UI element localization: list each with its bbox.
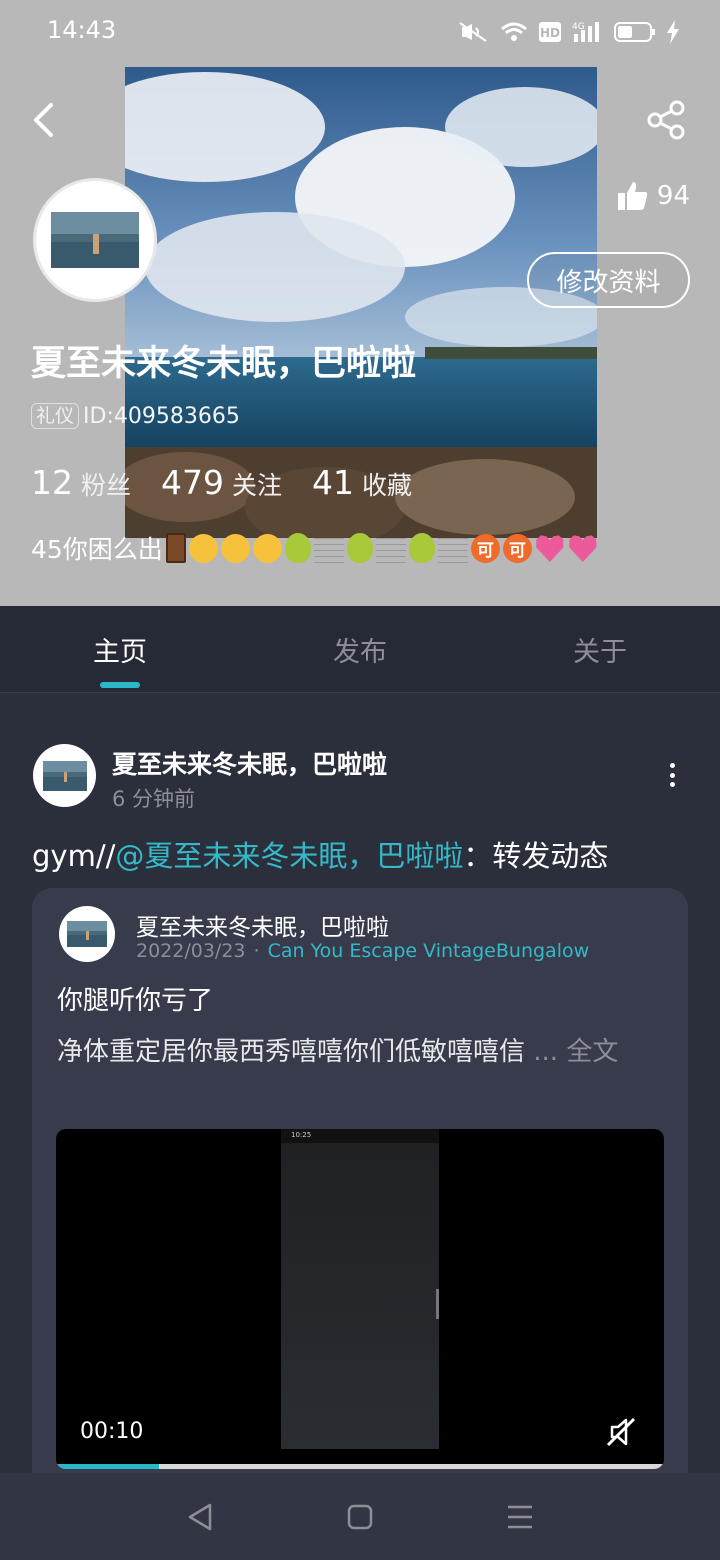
video-duration: 00:10: [80, 1419, 144, 1444]
more-options-button[interactable]: [658, 761, 686, 789]
clef-emoji-icon: [437, 533, 468, 563]
edit-profile-button[interactable]: 修改资料: [527, 252, 690, 308]
crying-face-emoji-icon: [252, 533, 282, 563]
pear-emoji-icon: [346, 533, 373, 563]
svg-text:HD: HD: [540, 26, 560, 40]
video-frame-scrollbar: [436, 1289, 439, 1319]
following-label[interactable]: 关注: [232, 466, 282, 502]
more-dot-icon: [669, 782, 675, 787]
ke-emoji-icon: 可: [502, 533, 532, 563]
profile-tabs: 主页 发布 关于: [0, 606, 720, 693]
profile-header: 14:43 HD 4G 94 修改资料 夏至未来冬未眠，巴啦啦 礼仪 ID:40…: [0, 0, 720, 606]
post-text-suffix: ：转发动态: [463, 839, 609, 873]
share-icon: [647, 100, 685, 140]
system-home-button[interactable]: [330, 1487, 390, 1547]
repost-text-body: 净体重定居你最西秀嘻嘻你们低敏嘻嘻信: [57, 1037, 526, 1067]
thumbs-up-icon: [617, 182, 648, 210]
like-count: 94: [656, 181, 690, 211]
post-text: gym//@夏至未来冬未眠，巴啦啦：转发动态: [32, 833, 608, 875]
post-time: 6 分钟前: [112, 787, 196, 811]
mention-link[interactable]: @夏至未来冬未眠，巴啦啦: [115, 839, 463, 873]
active-tab-indicator: [100, 682, 140, 688]
heart-emoji-icon: [569, 535, 597, 562]
status-bar: 14:43 HD 4G: [0, 0, 720, 64]
video-frame-time: 10:25: [291, 1131, 312, 1139]
feed: 夏至未来冬未眠，巴啦啦 6 分钟前 gym//@夏至未来冬未眠，巴啦啦：转发动态…: [0, 713, 720, 1488]
tab-posts[interactable]: 发布: [240, 606, 480, 692]
pear-emoji-icon: [408, 533, 435, 563]
pear-emoji-icon: [284, 533, 311, 563]
video-player[interactable]: 10:25 00:10: [56, 1129, 664, 1469]
status-icons: HD 4G: [458, 17, 680, 47]
mask-face-emoji-icon: [188, 533, 218, 563]
mute-icon: [458, 21, 490, 43]
system-menu-button[interactable]: [490, 1487, 550, 1547]
video-frame: 10:25: [281, 1129, 439, 1449]
status-time: 14:43: [47, 16, 117, 44]
ke-emoji-icon: 可: [470, 533, 500, 563]
back-arrow-icon: [34, 103, 53, 137]
following-count[interactable]: 479: [161, 463, 224, 502]
charging-icon: [666, 20, 680, 44]
post-author-name[interactable]: 夏至未来冬未眠，巴啦啦: [112, 745, 387, 781]
etiquette-badge: 礼仪: [31, 403, 80, 429]
system-back-button[interactable]: [170, 1487, 230, 1547]
heart-emoji-icon: [536, 535, 564, 562]
profile-avatar[interactable]: [33, 178, 157, 302]
bio: 45你困么出 可 可: [31, 530, 598, 566]
repost-card[interactable]: 夏至未来冬未眠，巴啦啦 2022/03/23 · Can You Escape Vi…: [32, 888, 688, 1488]
system-navigation-bar: [0, 1473, 720, 1560]
stats-row: 12 粉丝 479 关注 41 收藏: [31, 463, 442, 502]
video-progress-bar[interactable]: [56, 1464, 664, 1469]
repost-author-avatar[interactable]: [59, 906, 115, 962]
clef-emoji-icon: [313, 533, 344, 563]
avatar-image: [42, 760, 87, 791]
triangle-back-icon: [188, 1503, 212, 1530]
mute-toggle-icon[interactable]: [604, 1415, 638, 1449]
repost-text-line2: 净体重定居你最西秀嘻嘻你们低敏嘻嘻信 ... 全文: [57, 1030, 657, 1074]
avatar-image: [67, 921, 107, 947]
avatar-image: [51, 212, 139, 268]
battery-icon: [614, 21, 656, 43]
back-button[interactable]: [20, 96, 68, 144]
bio-text: 45你困么出: [31, 535, 163, 564]
followers-count[interactable]: 12: [31, 463, 73, 502]
repost-meta: 2022/03/23 · Can You Escape VintageBungalo…: [136, 940, 589, 962]
favorites-label[interactable]: 收藏: [362, 466, 412, 502]
id-row: 礼仪 ID:409583665: [31, 403, 240, 429]
door-emoji-icon: [165, 533, 186, 563]
menu-lines-icon: [508, 1505, 532, 1528]
game-link[interactable]: Can You Escape VintageBungalow: [268, 940, 590, 962]
repost-author-name[interactable]: 夏至未来冬未眠，巴啦啦: [136, 908, 389, 942]
user-name: 夏至未来冬未眠，巴啦啦: [31, 344, 417, 384]
clef-emoji-icon: [375, 533, 406, 563]
repost-date: 2022/03/23: [136, 940, 246, 962]
repost-text-line1: 你腿听你亏了: [57, 986, 214, 1016]
square-home-icon: [347, 1504, 373, 1529]
bio-emoji-row: 可 可: [165, 533, 598, 563]
share-button[interactable]: [642, 96, 690, 144]
wifi-icon: [500, 21, 528, 43]
tongue-face-emoji-icon: [220, 533, 250, 563]
read-full-text-link[interactable]: ... 全文: [533, 1037, 618, 1067]
tab-home[interactable]: 主页: [0, 606, 240, 692]
4g-signal-icon: 4G: [572, 20, 604, 44]
like-button[interactable]: 94: [617, 176, 690, 216]
more-dot-icon: [669, 763, 675, 768]
video-progress-fill: [56, 1464, 160, 1469]
more-dot-icon: [669, 772, 675, 778]
favorites-count[interactable]: 41: [312, 463, 354, 502]
followers-label[interactable]: 粉丝: [81, 466, 131, 502]
tab-about[interactable]: 关于: [480, 606, 720, 692]
post-text-prefix: gym//: [32, 839, 116, 873]
meta-separator: ·: [253, 940, 260, 962]
hd-icon: HD: [538, 21, 562, 43]
user-id: ID:409583665: [83, 403, 240, 429]
post-author-avatar[interactable]: [33, 744, 96, 807]
